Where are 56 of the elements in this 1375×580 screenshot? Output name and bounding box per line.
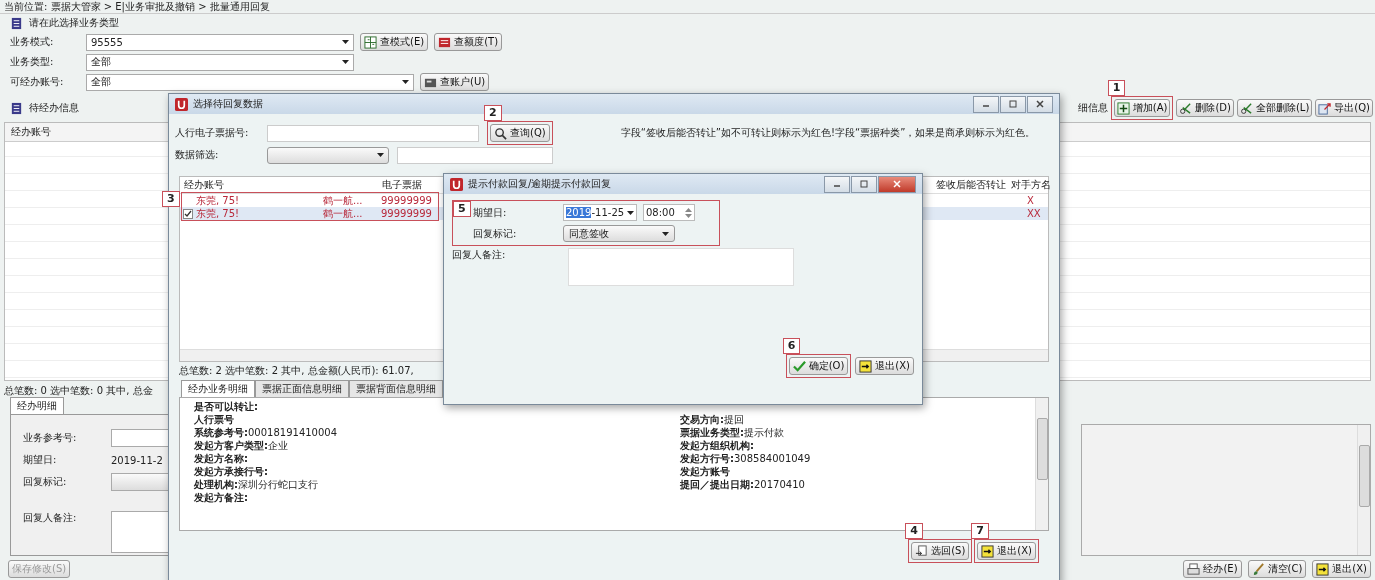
hint-text: 字段“签收后能否转让”如不可转让则标示为红色!字段“票据种类”，如果是商承则标示为红色。 <box>620 126 1036 140</box>
table-cell: 99999999 <box>381 195 432 206</box>
detail-line: 系统参考号:00018191410004 <box>194 426 339 439</box>
field-label: 回复人备注: <box>452 248 507 262</box>
step-badge: 4 <box>905 523 923 539</box>
detail-line: 处理机构:深圳分行蛇口支行 <box>194 478 319 491</box>
summary-text: 总笔数: 0 选中笔数: 0 其中, 总金 <box>3 384 154 397</box>
date-text: 2019-11-2 <box>111 454 163 466</box>
field-label: 人行电子票据号: <box>175 126 250 140</box>
breadcrumb: 当前位置: 票据大管家 > E|业务审批及撤销 > 批量通用回复 <box>0 0 1375 14</box>
field-label: 回复标记: <box>22 475 68 489</box>
column-header: 电子票据 <box>382 179 422 190</box>
summary-text: 总笔数: 2 选中笔数: 2 其中, 总金额(人民币): 61.07, <box>178 364 414 376</box>
detail-line: 发起方备注: <box>194 491 249 504</box>
table-cell: 99999999 <box>381 208 432 219</box>
step-badge: 2 <box>484 105 502 121</box>
field-label: 期望日: <box>22 453 58 467</box>
table-cell: 东莞, 75! <box>196 193 240 208</box>
field-label: 业务模式: <box>10 35 55 49</box>
detail-line: 交易方向:提回 <box>680 413 745 426</box>
detail-line: 是否可以转让: <box>194 400 259 413</box>
table-cell: 鹤一航... <box>323 193 363 208</box>
field-label: 期望日: <box>473 205 508 220</box>
step-badge: 3 <box>162 191 180 207</box>
detail-line: 发起方组织机构: <box>680 439 755 452</box>
field-label: 数据筛选: <box>175 148 220 162</box>
field-label: 业务类型: <box>10 55 55 69</box>
step-badge: 5 <box>453 201 471 217</box>
detail-line: 发起方行号:308584001049 <box>680 452 812 465</box>
column-header: 对手方名 <box>1011 179 1051 190</box>
window-title: 提示付款回复/逾期提示付款回复 <box>468 177 612 191</box>
detail-line: 发起方名称: <box>194 452 249 465</box>
table-cell: 鹤一航... <box>323 206 363 221</box>
table-cell: X <box>1027 195 1034 206</box>
section-title: 待经办信息 <box>29 101 79 115</box>
column-header: 经办账号 <box>184 179 224 190</box>
table-cell: 东莞, 75! <box>196 206 240 221</box>
step-badge: 1 <box>1107 80 1126 96</box>
step-badge: 6 <box>782 338 801 354</box>
detail-line: 人行票号 <box>194 413 235 426</box>
column-header: 签收后能否转让 <box>936 179 1006 190</box>
panel-caption: 细信息 <box>1077 101 1108 115</box>
detail-line: 提回／提出日期:20170410 <box>680 478 806 491</box>
detail-line: 发起方承接行号: <box>194 465 269 478</box>
field-label: 业务参考号: <box>22 431 78 445</box>
section-title: 请在此选择业务类型 <box>29 16 119 30</box>
field-label: 可经办账号: <box>10 75 65 89</box>
table-cell: XX <box>1027 208 1041 219</box>
detail-line: 发起方账号 <box>680 465 731 478</box>
field-label: 回复人备注: <box>22 511 78 525</box>
detail-line: 发起方客户类型:企业 <box>194 439 289 452</box>
window-title: 选择待回复数据 <box>193 97 263 111</box>
step-badge: 7 <box>971 523 989 539</box>
field-label: 回复标记: <box>473 226 518 241</box>
detail-line: 票据业务类型:提示付款 <box>680 426 785 439</box>
column-header: 经办账号 <box>11 125 51 139</box>
